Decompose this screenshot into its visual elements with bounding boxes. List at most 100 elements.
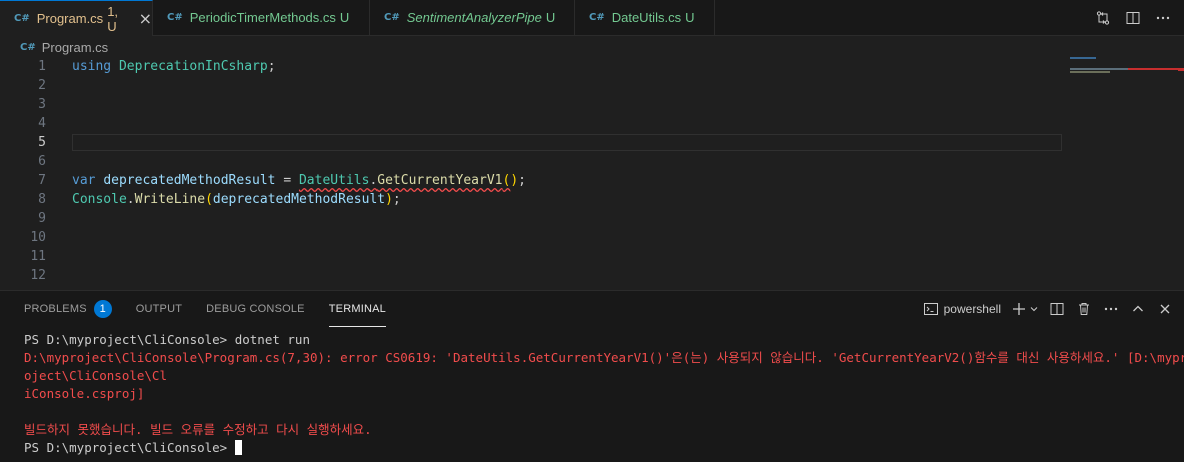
more-actions-icon[interactable]: [1102, 300, 1120, 318]
code-line: 9: [0, 209, 1062, 228]
tab-status-badge: 1, U: [107, 3, 119, 34]
line-number: 4: [38, 116, 46, 131]
code-text: Console.WriteLine(deprecatedMethodResult…: [72, 190, 401, 209]
code-line: 12: [0, 266, 1062, 285]
breadcrumb[interactable]: C# Program.cs: [20, 38, 108, 56]
tab-sentiment-analyzer-pipe[interactable]: C# SentimentAnalyzerPipe U: [370, 0, 575, 35]
line-number: 6: [38, 154, 46, 169]
line-number: 11: [30, 249, 46, 264]
shell-name: powershell: [943, 302, 1001, 316]
tab-status-badge: U: [339, 10, 350, 25]
variable: deprecatedMethodResult: [103, 173, 276, 188]
code-text: var deprecatedMethodResult = DateUtils.G…: [72, 171, 526, 190]
line-number: 2: [38, 78, 46, 93]
close-icon[interactable]: ×: [139, 9, 152, 28]
csharp-file-icon: C#: [14, 13, 30, 24]
csharp-file-icon: C#: [20, 41, 36, 53]
maximize-panel-icon[interactable]: [1129, 300, 1147, 318]
method-name: WriteLine: [134, 192, 206, 207]
terminal-icon: [922, 300, 940, 318]
terminal-error-line: iConsole.csproj]: [24, 386, 145, 401]
line-number: 12: [30, 268, 46, 283]
code-line: 4: [0, 114, 1062, 133]
tab-output[interactable]: OUTPUT: [136, 291, 182, 327]
code-line: 3: [0, 95, 1062, 114]
minimap-error-marker: [1128, 68, 1183, 70]
line-number: 1: [38, 59, 46, 74]
code-line: 6: [0, 152, 1062, 171]
code-line-current: 5: [0, 133, 1062, 152]
bracket: ): [510, 173, 519, 188]
bracket: ): [385, 192, 393, 207]
tab-problems[interactable]: PROBLEMS 1: [24, 291, 112, 327]
terminal-cursor: [234, 440, 242, 455]
code-line: 10: [0, 228, 1062, 247]
trash-icon[interactable]: [1075, 300, 1093, 318]
tab-terminal[interactable]: TERMINAL: [328, 291, 386, 327]
terminal-line: PS D:\myproject\CliConsole> dotnet run: [24, 332, 310, 347]
tab-label: Program.cs: [36, 11, 104, 26]
line-number: 9: [38, 211, 46, 226]
chevron-down-icon[interactable]: [1029, 300, 1039, 318]
csharp-file-icon: C#: [589, 12, 605, 23]
more-actions-icon[interactable]: [1154, 9, 1172, 27]
terminal-output[interactable]: PS D:\myproject\CliConsole> dotnet run D…: [24, 331, 1184, 457]
split-terminal-icon[interactable]: [1048, 300, 1066, 318]
line-number: 3: [38, 97, 46, 112]
line-number: 10: [30, 230, 46, 245]
class-name: Console: [72, 192, 127, 207]
tab-label: SentimentAnalyzerPipe: [406, 10, 542, 25]
minimap-line: [1070, 57, 1096, 59]
compare-changes-icon[interactable]: [1094, 9, 1112, 27]
punctuation: .: [126, 192, 135, 207]
tab-label: PeriodicTimerMethods.cs: [189, 10, 336, 25]
scrollbar-error-marker: [1178, 68, 1184, 71]
editor-actions: [1094, 0, 1184, 35]
terminal-prompt-line: PS D:\myproject\CliConsole>: [24, 439, 1174, 457]
keyword: using: [72, 59, 112, 74]
split-editor-icon[interactable]: [1124, 9, 1142, 27]
terminal-error-line: oject\CliConsole\Cl: [24, 368, 167, 383]
csharp-file-icon: C#: [167, 12, 183, 23]
editor-tab-bar: C# Program.cs 1, U × C# PeriodicTimerMet…: [0, 0, 1184, 36]
class-name: DateUtils: [298, 173, 370, 188]
operator: =: [275, 173, 299, 188]
panel-tabs: PROBLEMS 1 OUTPUT DEBUG CONSOLE TERMINAL: [0, 291, 386, 327]
code-text: using DeprecationInCsharp;: [72, 57, 276, 76]
keyword: var: [72, 173, 96, 188]
punctuation: ;: [518, 173, 526, 188]
panel-actions: powershell: [922, 291, 1174, 327]
current-line-highlight: [72, 134, 1062, 151]
code-line: 8 Console.WriteLine(deprecatedMethodResu…: [0, 190, 1062, 209]
tab-debug-console[interactable]: DEBUG CONSOLE: [206, 291, 305, 327]
line-number: 5: [38, 135, 46, 150]
bracket: (: [205, 192, 213, 207]
close-panel-icon[interactable]: [1156, 300, 1174, 318]
tab-status-badge: U: [685, 10, 695, 25]
tab-status-badge: U: [545, 10, 556, 25]
terminal-prompt: PS D:\myproject\CliConsole>: [24, 440, 235, 455]
code-editor[interactable]: 1 using DeprecationInCsharp; 2 3 4 5 6 7…: [0, 57, 1184, 290]
punctuation: ;: [267, 59, 276, 74]
new-terminal-icon[interactable]: [1010, 300, 1028, 318]
bottom-panel: PROBLEMS 1 OUTPUT DEBUG CONSOLE TERMINAL…: [0, 290, 1184, 462]
code-line: 7 var deprecatedMethodResult = DateUtils…: [0, 171, 1062, 190]
tab-date-utils[interactable]: C# DateUtils.cs U: [575, 0, 715, 35]
namespace: DeprecationInCsharp: [118, 59, 268, 74]
terminal-shell-selector[interactable]: powershell: [922, 300, 1001, 318]
minimap[interactable]: [1068, 57, 1183, 87]
breadcrumb-file[interactable]: Program.cs: [42, 40, 108, 55]
problems-count-badge: 1: [93, 300, 112, 318]
line-number: 7: [38, 173, 46, 188]
tab-program-cs[interactable]: C# Program.cs 1, U ×: [0, 0, 153, 36]
tab-label: DateUtils.cs: [611, 10, 682, 25]
terminal-error-line: D:\myproject\CliConsole\Program.cs(7,30)…: [24, 350, 1184, 365]
code-line: 2: [0, 76, 1062, 95]
csharp-file-icon: C#: [384, 12, 400, 23]
tab-periodic-timer-methods[interactable]: C# PeriodicTimerMethods.cs U: [153, 0, 370, 35]
code-line: 1 using DeprecationInCsharp;: [0, 57, 1062, 76]
tab-problems-label: PROBLEMS: [24, 303, 87, 315]
minimap-line: [1070, 71, 1110, 73]
punctuation: ;: [392, 192, 401, 207]
